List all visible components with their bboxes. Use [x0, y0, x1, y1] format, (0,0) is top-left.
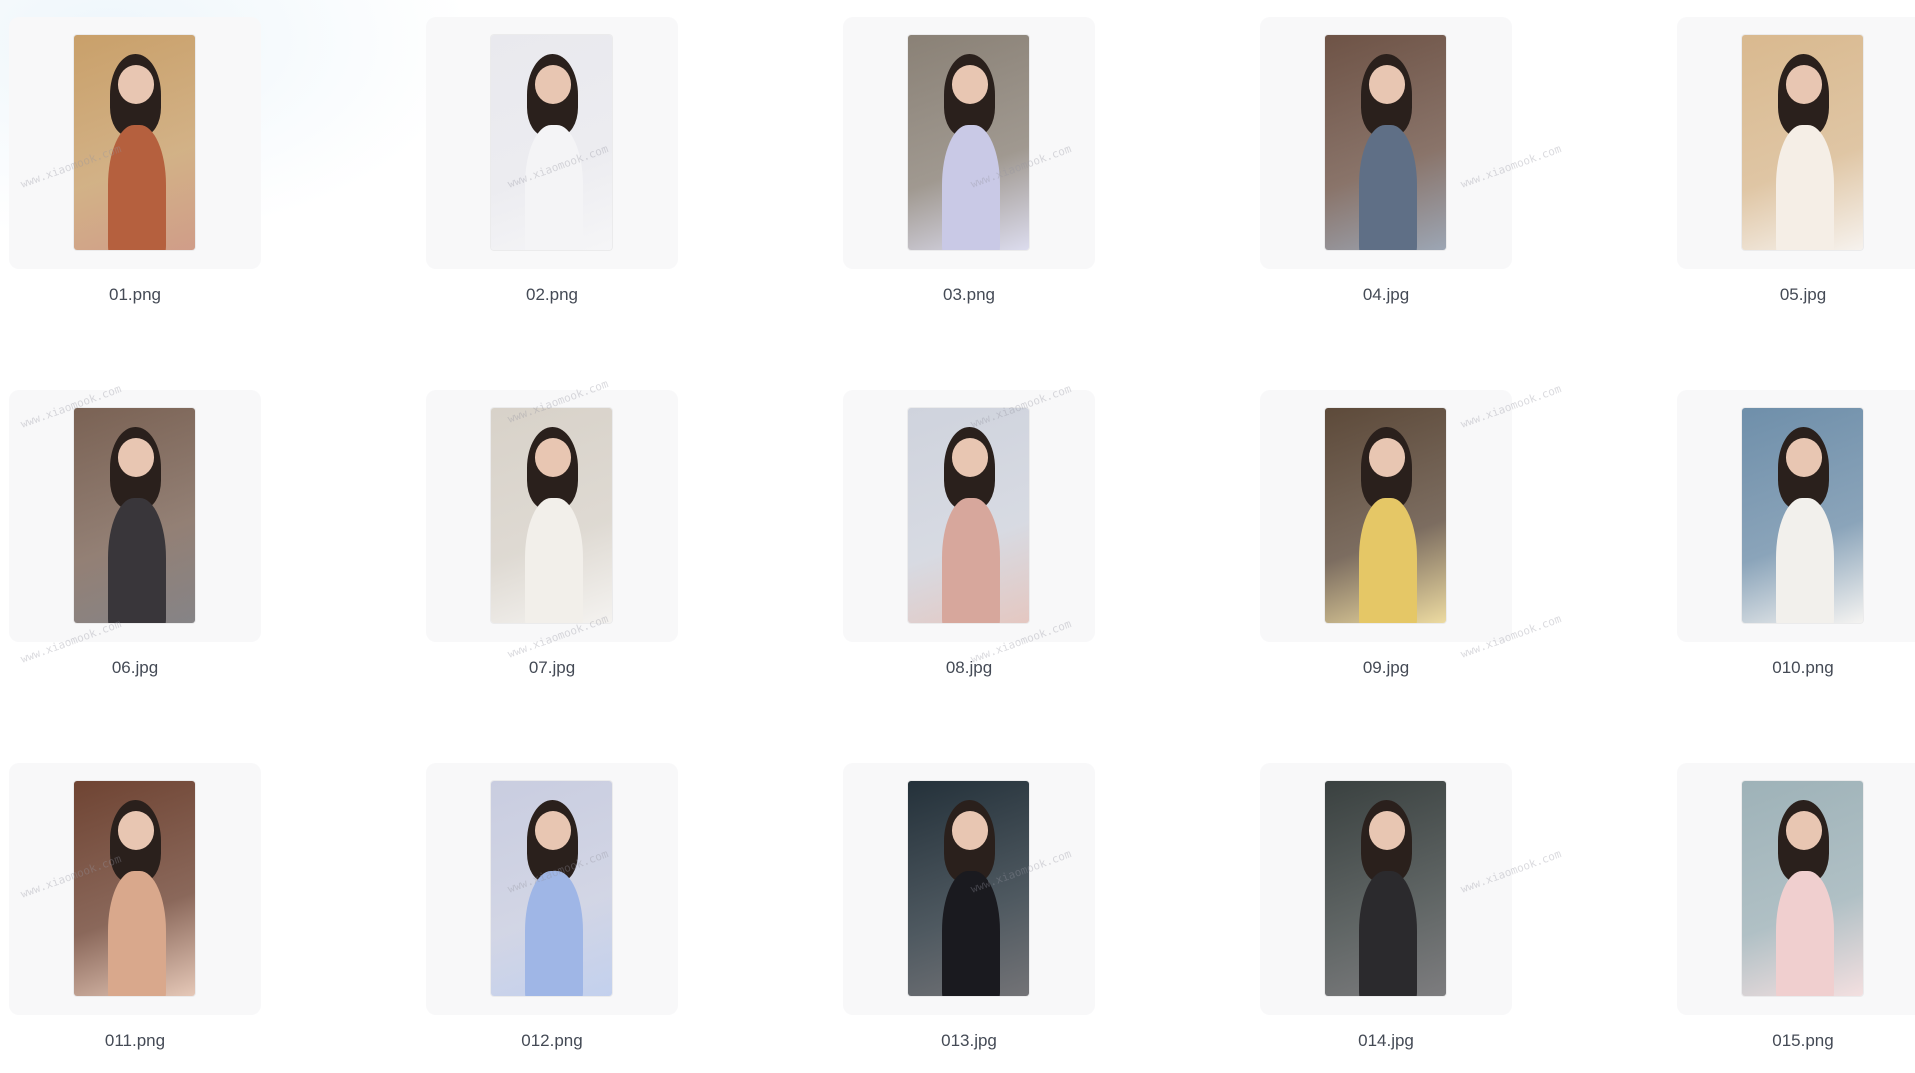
file-item[interactable]: 01.png [9, 17, 261, 352]
file-item[interactable]: 04.jpg [1260, 17, 1512, 352]
file-grid: 01.png 02.png 03.png 04.jpg 05.jpg 06.jpg 07.j… [9, 17, 1915, 1073]
file-name-label[interactable]: 03.png [843, 285, 1095, 305]
file-item[interactable]: 06.jpg [9, 390, 261, 725]
thumbnail-frame[interactable] [1260, 390, 1512, 642]
thumbnail-frame[interactable] [1260, 17, 1512, 269]
figure-head [117, 438, 154, 477]
image-thumbnail[interactable] [491, 35, 612, 250]
thumbnail-frame[interactable] [843, 390, 1095, 642]
file-name-label[interactable]: 04.jpg [1260, 285, 1512, 305]
figure-body [107, 871, 166, 996]
file-name-label[interactable]: 013.jpg [843, 1031, 1095, 1051]
file-item[interactable]: 08.jpg [843, 390, 1095, 725]
file-item[interactable]: 09.jpg [1260, 390, 1512, 725]
file-name-label[interactable]: 08.jpg [843, 658, 1095, 678]
figure-head [1785, 438, 1822, 477]
figure-body [1775, 498, 1834, 623]
image-thumbnail[interactable] [1742, 781, 1863, 996]
figure-body [941, 871, 1000, 996]
image-thumbnail[interactable] [491, 781, 612, 996]
thumbnail-frame[interactable] [9, 17, 261, 269]
figure-head [1785, 811, 1822, 850]
thumbnail-frame[interactable] [843, 763, 1095, 1015]
thumbnail-frame[interactable] [426, 390, 678, 642]
image-thumbnail[interactable] [908, 408, 1029, 623]
file-item[interactable]: 012.png [426, 763, 678, 1073]
file-name-label[interactable]: 06.jpg [9, 658, 261, 678]
image-thumbnail[interactable] [1325, 781, 1446, 996]
figure-body [1358, 871, 1417, 996]
file-name-label[interactable]: 012.png [426, 1031, 678, 1051]
file-name-label[interactable]: 015.png [1677, 1031, 1915, 1051]
file-item[interactable]: 03.png [843, 17, 1095, 352]
file-name-label[interactable]: 05.jpg [1677, 285, 1915, 305]
image-thumbnail[interactable] [74, 408, 195, 623]
figure-body [941, 125, 1000, 250]
file-item[interactable]: 05.jpg [1677, 17, 1915, 352]
figure-body [1358, 125, 1417, 250]
figure-body [524, 125, 583, 250]
thumbnail-frame[interactable] [9, 763, 261, 1015]
thumbnail-frame[interactable] [843, 17, 1095, 269]
image-thumbnail[interactable] [1325, 408, 1446, 623]
image-thumbnail[interactable] [1325, 35, 1446, 250]
figure-head [1368, 438, 1405, 477]
thumbnail-frame[interactable] [1677, 17, 1915, 269]
figure-head [534, 65, 571, 104]
file-item[interactable]: 02.png [426, 17, 678, 352]
image-thumbnail[interactable] [1742, 408, 1863, 623]
image-thumbnail[interactable] [908, 35, 1029, 250]
file-name-label[interactable]: 01.png [9, 285, 261, 305]
figure-head [534, 811, 571, 850]
file-name-label[interactable]: 09.jpg [1260, 658, 1512, 678]
file-item[interactable]: 010.png [1677, 390, 1915, 725]
file-item[interactable]: 07.jpg [426, 390, 678, 725]
file-name-label[interactable]: 014.jpg [1260, 1031, 1512, 1051]
file-name-label[interactable]: 011.png [9, 1031, 261, 1051]
figure-body [1775, 871, 1834, 996]
file-item[interactable]: 011.png [9, 763, 261, 1073]
figure-body [1775, 125, 1834, 250]
image-thumbnail[interactable] [74, 35, 195, 250]
file-browser-page: 01.png 02.png 03.png 04.jpg 05.jpg 06.jpg 07.j… [0, 0, 1915, 1073]
thumbnail-frame[interactable] [426, 763, 678, 1015]
figure-head [534, 438, 571, 477]
image-thumbnail[interactable] [74, 781, 195, 996]
image-thumbnail[interactable] [491, 408, 612, 623]
file-item[interactable]: 014.jpg [1260, 763, 1512, 1073]
figure-head [1785, 65, 1822, 104]
thumbnail-frame[interactable] [426, 17, 678, 269]
figure-head [1368, 811, 1405, 850]
figure-body [107, 125, 166, 250]
figure-head [1368, 65, 1405, 104]
file-name-label[interactable]: 02.png [426, 285, 678, 305]
figure-head [117, 811, 154, 850]
figure-body [524, 871, 583, 996]
thumbnail-frame[interactable] [9, 390, 261, 642]
file-name-label[interactable]: 010.png [1677, 658, 1915, 678]
figure-head [117, 65, 154, 104]
file-item[interactable]: 015.png [1677, 763, 1915, 1073]
figure-body [1358, 498, 1417, 623]
thumbnail-frame[interactable] [1677, 763, 1915, 1015]
file-name-label[interactable]: 07.jpg [426, 658, 678, 678]
image-thumbnail[interactable] [1742, 35, 1863, 250]
figure-head [951, 438, 988, 477]
figure-body [107, 498, 166, 623]
thumbnail-frame[interactable] [1677, 390, 1915, 642]
figure-head [951, 811, 988, 850]
thumbnail-frame[interactable] [1260, 763, 1512, 1015]
image-thumbnail[interactable] [908, 781, 1029, 996]
figure-body [941, 498, 1000, 623]
figure-body [524, 498, 583, 623]
figure-head [951, 65, 988, 104]
file-item[interactable]: 013.jpg [843, 763, 1095, 1073]
